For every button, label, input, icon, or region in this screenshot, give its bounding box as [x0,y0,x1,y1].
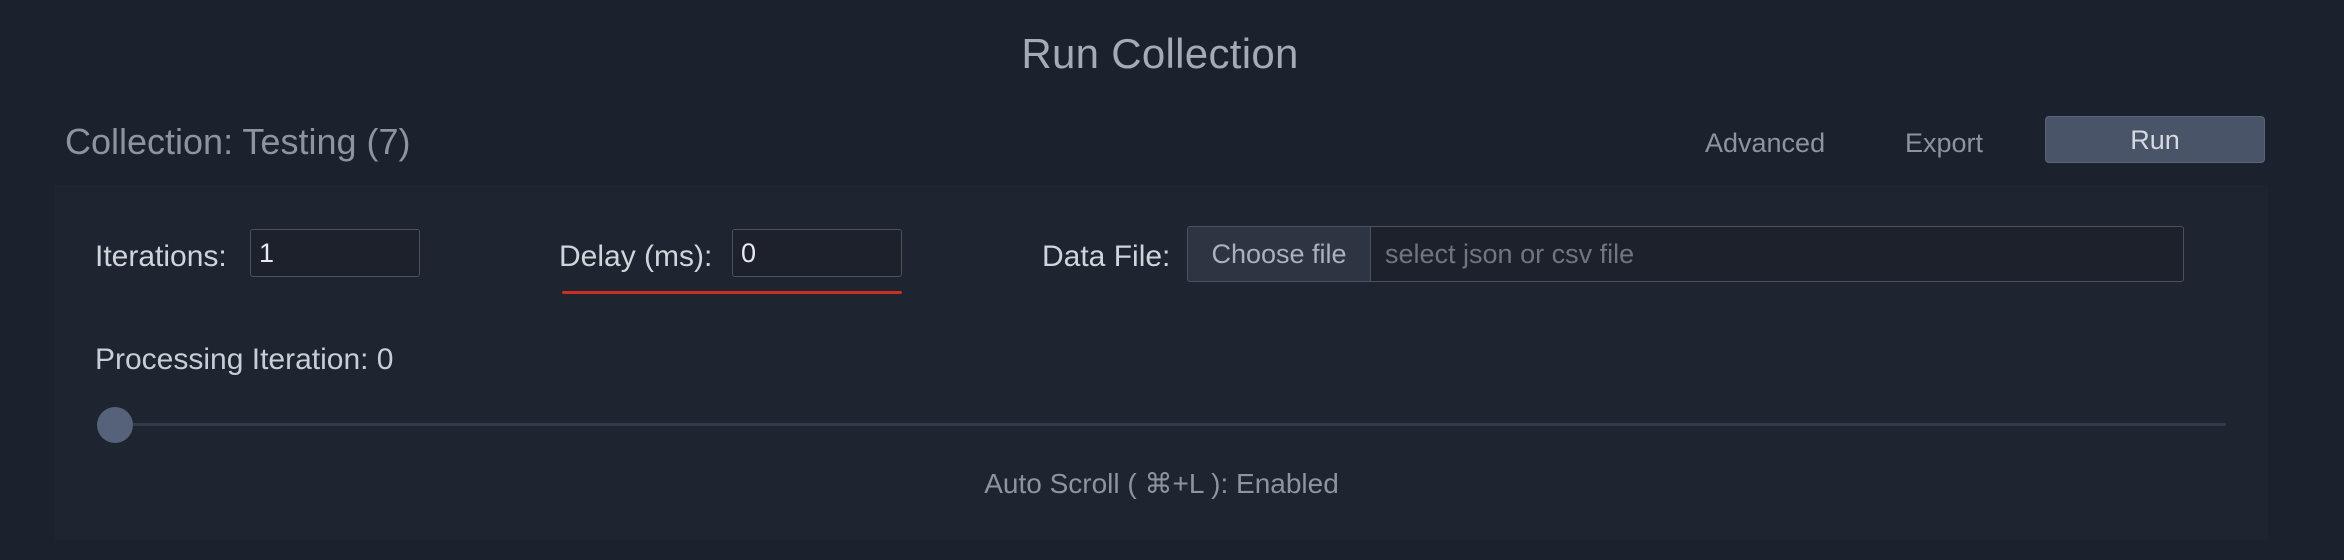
data-file-input[interactable]: Choose file select json or csv file [1187,226,2184,282]
processing-iteration-label: Processing Iteration: 0 [95,343,394,376]
run-button[interactable]: Run [2045,116,2265,163]
data-file-placeholder: select json or csv file [1385,239,1635,269]
collection-name: Collection: Testing (7) [65,121,411,162]
iterations-label: Iterations: [95,240,227,273]
iterations-input[interactable]: 1 [250,229,420,277]
advanced-button[interactable]: Advanced [1705,128,1825,159]
data-file-label: Data File: [1042,240,1171,273]
delay-label: Delay (ms): [559,240,713,273]
export-button[interactable]: Export [1905,128,1983,159]
choose-file-button[interactable]: Choose file [1188,227,1371,281]
auto-scroll-status[interactable]: Auto Scroll ( ⌘+L ): Enabled [55,467,2268,500]
iteration-slider-track[interactable] [101,423,2226,426]
run-settings-panel: Iterations: 1 Delay (ms): 0 Data File: C… [55,185,2268,540]
delay-input[interactable]: 0 [732,229,902,277]
delay-focus-underline [562,291,902,294]
iteration-slider-thumb[interactable] [97,407,133,443]
run-collection-page: Run Collection Collection: Testing (7) A… [0,0,2344,560]
page-title: Run Collection [1021,30,1299,77]
